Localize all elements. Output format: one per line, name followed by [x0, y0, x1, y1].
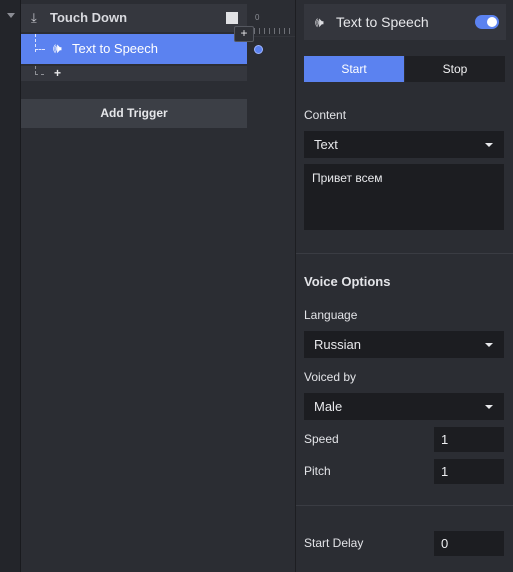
- language-select[interactable]: Russian: [304, 331, 504, 358]
- tree-connector: [35, 49, 45, 50]
- trigger-row-touch-down[interactable]: ⤓ Touch Down: [21, 4, 247, 32]
- down-arrow-icon: ⤓: [31, 10, 37, 25]
- language-label: Language: [304, 308, 358, 322]
- tree-connector: [35, 66, 36, 74]
- speech-wave-icon: 🕪: [53, 40, 62, 56]
- speed-value: 1: [441, 432, 449, 447]
- timeline-keyframe-marker[interactable]: [254, 45, 263, 54]
- toggle-knob: [487, 17, 497, 27]
- start-delay-label: Start Delay: [304, 536, 364, 550]
- content-text-value: Привет всем: [312, 171, 383, 185]
- timeline-tick-label: 0: [255, 13, 260, 22]
- add-action-row[interactable]: +: [21, 66, 247, 81]
- stop-square-icon[interactable]: [226, 12, 238, 24]
- collapse-caret-icon[interactable]: [7, 13, 15, 18]
- add-trigger-button[interactable]: Add Trigger: [21, 99, 247, 128]
- chevron-down-icon: [485, 143, 493, 147]
- timeline[interactable]: 0: [248, 0, 295, 572]
- action-row-text-to-speech[interactable]: 🕪 Text to Speech: [21, 34, 247, 64]
- timeline-ruler[interactable]: 0: [248, 0, 295, 37]
- chevron-down-icon: [485, 343, 493, 347]
- tree-connector: [35, 74, 44, 75]
- trigger-label: Touch Down: [50, 10, 128, 25]
- pitch-input[interactable]: 1: [434, 459, 504, 484]
- voiced-by-select[interactable]: Male: [304, 393, 504, 420]
- panel-title: Text to Speech: [336, 14, 429, 30]
- pitch-value: 1: [441, 464, 449, 479]
- enable-toggle[interactable]: [475, 15, 499, 29]
- voiced-by-value: Male: [314, 399, 343, 414]
- add-action-plus-button[interactable]: +: [54, 66, 61, 80]
- speech-wave-icon: 🕪: [315, 14, 324, 30]
- tab-stop[interactable]: Stop: [405, 56, 505, 82]
- section-divider: [296, 505, 513, 506]
- voice-options-heading: Voice Options: [304, 274, 391, 289]
- start-delay-input[interactable]: 0: [434, 531, 504, 556]
- content-text-field[interactable]: Привет всем: [304, 164, 504, 230]
- section-divider: [296, 253, 513, 254]
- language-value: Russian: [314, 337, 361, 352]
- voiced-by-label: Voiced by: [304, 370, 357, 384]
- tab-start[interactable]: Start: [304, 56, 404, 82]
- timeline-ticks: [254, 28, 294, 34]
- speed-input[interactable]: 1: [434, 427, 504, 452]
- panel-header: 🕪 Text to Speech: [304, 4, 506, 40]
- left-gutter: [0, 0, 21, 572]
- pitch-label: Pitch: [304, 464, 331, 478]
- start-delay-value: 0: [441, 536, 449, 551]
- content-type-value: Text: [314, 137, 338, 152]
- content-type-select[interactable]: Text: [304, 131, 504, 158]
- speed-label: Speed: [304, 432, 339, 446]
- properties-panel: 🕪 Text to Speech Start Stop Content Text…: [295, 0, 513, 572]
- add-action-badge-button[interactable]: +: [234, 26, 254, 42]
- content-label: Content: [304, 108, 347, 122]
- action-label: Text to Speech: [72, 41, 158, 56]
- chevron-down-icon: [485, 405, 493, 409]
